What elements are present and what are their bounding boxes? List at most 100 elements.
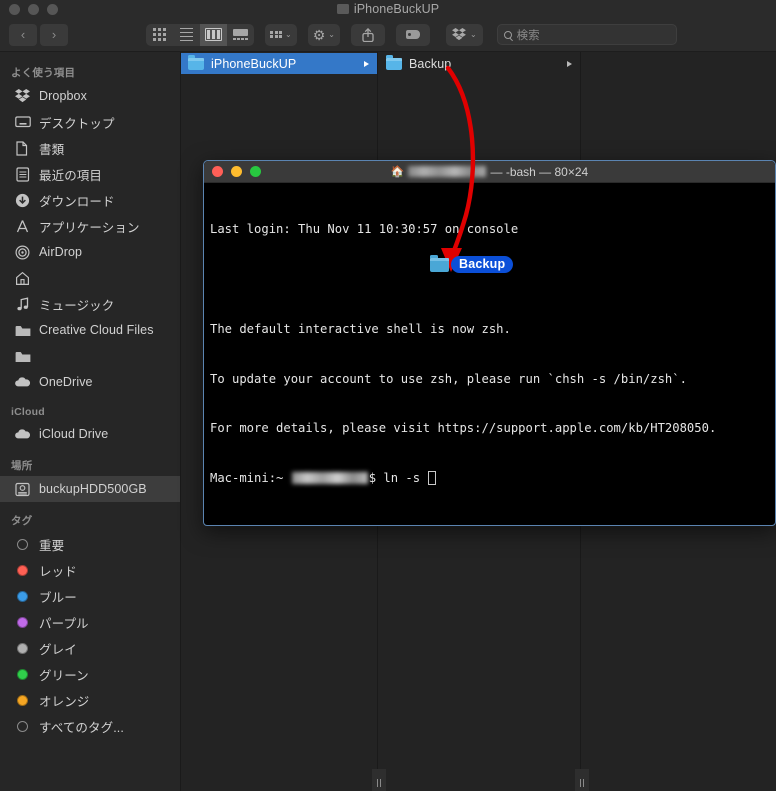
terminal-zoom-button[interactable] bbox=[250, 166, 261, 177]
sidebar-item-onedrive[interactable]: OneDrive bbox=[0, 369, 180, 395]
gallery-icon bbox=[233, 29, 249, 40]
sidebar-item-music[interactable]: ミュージック bbox=[0, 291, 180, 317]
chevron-right-icon bbox=[364, 60, 369, 67]
tag-dot-icon bbox=[14, 718, 31, 735]
applications-icon bbox=[14, 218, 31, 235]
tag-dot-icon bbox=[14, 666, 31, 683]
sidebar-item-label: レッド bbox=[39, 564, 77, 579]
prompt-command: $ ln -s bbox=[368, 471, 428, 486]
sidebar-item-label: 書類 bbox=[39, 142, 65, 157]
tag-button[interactable] bbox=[395, 23, 430, 46]
sidebar-item-downloads[interactable]: ダウンロード bbox=[0, 187, 180, 213]
sidebar-item-creative-cloud-files[interactable]: Creative Cloud Files bbox=[0, 317, 180, 343]
sidebar-item-label: グリーン bbox=[39, 668, 89, 683]
group-by-button[interactable]: ⌄ bbox=[265, 23, 297, 46]
folder-icon bbox=[14, 348, 31, 365]
column-item-backup[interactable]: Backup bbox=[379, 53, 580, 74]
tag-dot-icon bbox=[14, 692, 31, 709]
folder-icon bbox=[336, 4, 349, 14]
terminal-close-button[interactable] bbox=[212, 166, 223, 177]
chevron-down-icon: ⌄ bbox=[328, 30, 335, 39]
view-list-button[interactable] bbox=[173, 24, 200, 46]
sidebar-tag-red[interactable]: レッド bbox=[0, 557, 180, 583]
chevron-right-icon bbox=[567, 60, 572, 67]
back-button[interactable]: ‹ bbox=[9, 23, 37, 46]
tag-dot-icon bbox=[14, 588, 31, 605]
sidebar-item-icloud-drive[interactable]: iCloud Drive bbox=[0, 421, 180, 447]
folder-icon bbox=[430, 254, 449, 272]
sidebar-tag-green[interactable]: グリーン bbox=[0, 661, 180, 687]
sidebar-item-label: ダウンロード bbox=[39, 194, 115, 209]
sidebar-section-favorites: よく使う項目 bbox=[11, 67, 76, 79]
sidebar-item-buckuphdd500gb[interactable]: buckupHDD500GB bbox=[0, 476, 180, 502]
view-column-button[interactable] bbox=[200, 23, 227, 46]
tag-icon bbox=[405, 30, 420, 39]
music-icon bbox=[14, 296, 31, 313]
sidebar-item-documents[interactable]: 書類 bbox=[0, 135, 180, 161]
redacted-username bbox=[291, 472, 368, 485]
sidebar-item-label: デスクトップ bbox=[39, 116, 115, 131]
terminal-line: The default interactive shell is now zsh… bbox=[210, 321, 511, 336]
terminal-title: 🏠 — -bash — 80×24 bbox=[204, 165, 775, 179]
sidebar-item-label: グレイ bbox=[39, 642, 77, 657]
sidebar-tag-important[interactable]: 重要 bbox=[0, 531, 180, 557]
sidebar-tag-all[interactable]: すべてのタグ... bbox=[0, 713, 180, 739]
sidebar-item-label: アプリケーション bbox=[39, 220, 140, 235]
window-title-text: iPhoneBuckUP bbox=[353, 2, 440, 16]
sidebar-section-icloud: iCloud bbox=[11, 406, 45, 418]
terminal-output[interactable]: Last login: Thu Nov 11 10:30:57 on conso… bbox=[204, 183, 775, 520]
dropbox-icon bbox=[14, 88, 31, 105]
sidebar-item-dropbox[interactable]: Dropbox bbox=[0, 83, 180, 109]
share-button[interactable] bbox=[350, 23, 385, 46]
tag-dot-icon bbox=[14, 536, 31, 553]
search-icon bbox=[503, 30, 512, 39]
desktop-icon bbox=[14, 114, 31, 131]
view-icon-button[interactable] bbox=[146, 24, 173, 46]
terminal-minimize-button[interactable] bbox=[231, 166, 242, 177]
sidebar-tag-orange[interactable]: オレンジ bbox=[0, 687, 180, 713]
tag-dot-icon bbox=[14, 640, 31, 657]
downloads-icon bbox=[14, 192, 31, 209]
sidebar-item-applications[interactable]: アプリケーション bbox=[0, 213, 180, 239]
dropbox-icon bbox=[452, 28, 466, 41]
chevron-down-icon: ⌄ bbox=[469, 30, 477, 39]
search-field[interactable]: 検索 bbox=[496, 24, 677, 45]
action-menu-button[interactable]: ⚙ ⌄ bbox=[307, 23, 340, 46]
dropbox-menu-button[interactable]: ⌄ bbox=[445, 23, 483, 46]
tag-dot-icon bbox=[14, 614, 31, 631]
icloud-icon bbox=[14, 426, 31, 443]
folder-icon bbox=[188, 54, 204, 70]
sidebar-item-home[interactable] bbox=[0, 265, 180, 291]
folder-icon bbox=[386, 54, 402, 70]
search-placeholder: 検索 bbox=[516, 29, 540, 42]
terminal-traffic-lights[interactable] bbox=[212, 166, 261, 177]
airdrop-icon bbox=[14, 244, 31, 261]
sidebar-tag-gray[interactable]: グレイ bbox=[0, 635, 180, 661]
sidebar-tag-purple[interactable]: パープル bbox=[0, 609, 180, 635]
sidebar-item-desktop[interactable]: デスクトップ bbox=[0, 109, 180, 135]
screen: iPhoneBuckUP ‹ › ⌄ ⚙ ⌄ ⌄ 検索 よく使う項目 Dropb… bbox=[0, 0, 776, 791]
column-resize-handle-2[interactable] bbox=[575, 769, 589, 791]
column-resize-handle-1[interactable] bbox=[372, 769, 386, 791]
column-item-iphonebuckup[interactable]: iPhoneBuckUP bbox=[181, 53, 377, 74]
sidebar-item-label: OneDrive bbox=[39, 375, 93, 389]
forward-button[interactable]: › bbox=[40, 23, 68, 46]
redacted-username bbox=[408, 166, 487, 177]
drag-preview-backup[interactable]: Backup bbox=[430, 254, 514, 273]
nav-buttons: ‹ › bbox=[9, 23, 68, 46]
sidebar-item-recents[interactable]: 最近の項目 bbox=[0, 161, 180, 187]
sidebar-item-label: iCloud Drive bbox=[39, 427, 109, 441]
terminal-line: Last login: Thu Nov 11 10:30:57 on conso… bbox=[210, 222, 519, 237]
text-cursor bbox=[428, 471, 437, 486]
sidebar-tag-blue[interactable]: ブルー bbox=[0, 583, 180, 609]
terminal-line: To update your account to use zsh, pleas… bbox=[210, 371, 687, 386]
tag-dot-icon bbox=[14, 562, 31, 579]
sidebar-item-airdrop[interactable]: AirDrop bbox=[0, 239, 180, 265]
sidebar-item-label: 重要 bbox=[39, 538, 65, 553]
view-gallery-button[interactable] bbox=[227, 24, 254, 46]
grid-icon bbox=[153, 28, 166, 41]
sidebar-item-label: buckupHDD500GB bbox=[39, 482, 147, 496]
home-icon bbox=[14, 270, 31, 287]
sidebar-item-folder-unnamed[interactable] bbox=[0, 343, 180, 369]
